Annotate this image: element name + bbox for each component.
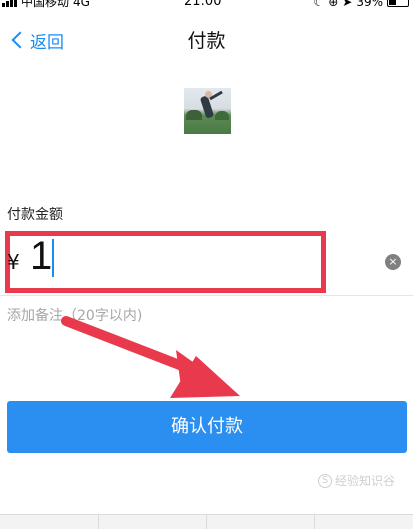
watermark-text: 经验知识谷 xyxy=(335,474,396,488)
avatar-tree xyxy=(186,110,202,120)
amount-label: 付款金额 xyxy=(7,207,63,223)
status-left: 中国移动 4G xyxy=(2,0,90,8)
location-icon: ➤ xyxy=(342,0,353,9)
status-bar: 中国移动 4G 21:00 ☾ ⊕ ➤ 39% xyxy=(0,0,413,14)
amount-row: ¥ 1 × xyxy=(0,228,413,296)
carrier-name: 中国移动 xyxy=(21,0,70,9)
avatar xyxy=(184,88,231,134)
divider xyxy=(314,515,315,529)
watermark: S 经验知识谷 xyxy=(318,472,395,489)
status-time: 21:00 xyxy=(184,0,222,9)
network-type: 4G xyxy=(73,0,90,9)
text-caret xyxy=(52,239,54,277)
divider xyxy=(0,295,413,296)
amount-input[interactable]: 1 xyxy=(30,232,52,280)
signal-icon xyxy=(2,0,17,7)
moon-icon: ☾ xyxy=(313,0,325,9)
lock-rotation-icon: ⊕ xyxy=(328,0,339,9)
confirm-pay-button[interactable]: 确认付款 xyxy=(7,401,407,453)
clear-icon[interactable]: × xyxy=(385,254,401,270)
watermark-logo-icon: S xyxy=(318,473,332,488)
add-note-link[interactable]: 添加备注（20字以内) xyxy=(7,305,142,325)
divider xyxy=(206,515,207,529)
avatar-tree xyxy=(215,111,229,120)
battery-icon xyxy=(387,0,409,7)
divider xyxy=(98,515,99,529)
battery-percent: 39% xyxy=(356,0,383,9)
currency-symbol: ¥ xyxy=(7,250,20,274)
bottom-bar xyxy=(0,514,413,529)
page-title: 付款 xyxy=(187,30,226,52)
nav-bar: 返回 付款 xyxy=(0,14,413,64)
status-right: ☾ ⊕ ➤ 39% xyxy=(313,0,409,8)
